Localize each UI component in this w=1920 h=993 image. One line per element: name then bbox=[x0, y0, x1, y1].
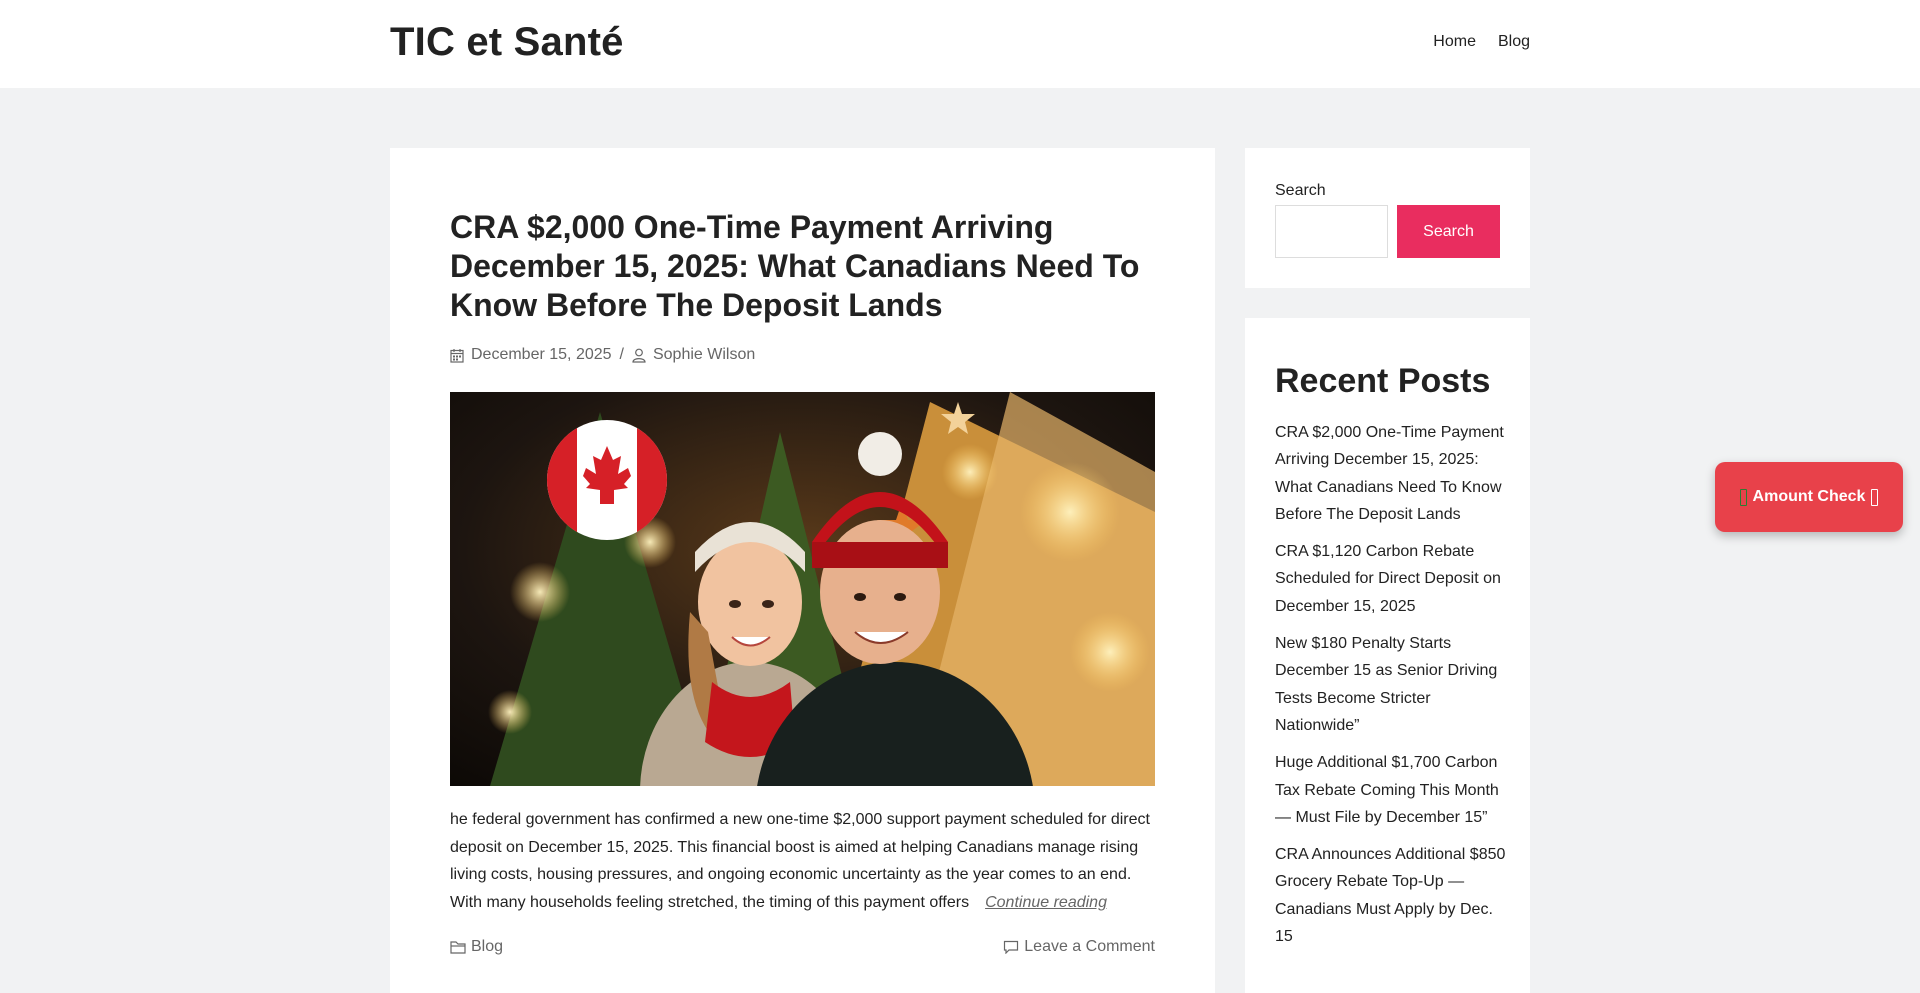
post-title[interactable]: CRA $2,000 One-Time Payment Arriving Dec… bbox=[450, 208, 1170, 325]
post-excerpt: he federal government has confirmed a ne… bbox=[450, 806, 1155, 916]
featured-image[interactable] bbox=[450, 392, 1155, 786]
post-date[interactable]: December 15, 2025 bbox=[471, 346, 612, 364]
placeholder-glyph-icon bbox=[1871, 488, 1879, 506]
post-meta: December 15, 2025 / Sophie Wilson bbox=[450, 346, 755, 364]
site-title[interactable]: TIC et Santé bbox=[390, 20, 624, 65]
meta-separator: / bbox=[619, 346, 624, 363]
placeholder-glyph-icon bbox=[1739, 488, 1747, 506]
comment-label: Leave a Comment bbox=[1024, 938, 1155, 955]
recent-posts-title: Recent Posts bbox=[1275, 362, 1491, 400]
post-footer: Blog Leave a Comment bbox=[450, 938, 1155, 956]
recent-posts-widget: Recent Posts CRA $2,000 One-Time Payment… bbox=[1245, 318, 1530, 993]
recent-post-link[interactable]: CRA Announces Additional $850 Grocery Re… bbox=[1275, 841, 1510, 950]
search-widget: Search Search bbox=[1245, 148, 1530, 288]
main-nav: Home Blog bbox=[1433, 33, 1530, 51]
calendar-icon bbox=[450, 348, 464, 363]
folder-icon bbox=[450, 941, 466, 954]
category-link[interactable]: Blog bbox=[450, 938, 503, 956]
recent-post-link[interactable]: Huge Additional $1,700 Carbon Tax Rebate… bbox=[1275, 749, 1510, 831]
recent-post-link[interactable]: CRA $1,120 Carbon Rebate Scheduled for D… bbox=[1275, 538, 1510, 620]
search-label: Search bbox=[1275, 182, 1326, 199]
category-label: Blog bbox=[471, 938, 504, 955]
site-header: TIC et Santé Home Blog bbox=[0, 0, 1920, 88]
featured-image-art bbox=[450, 392, 1155, 786]
recent-posts-list: CRA $2,000 One-Time Payment Arriving Dec… bbox=[1275, 419, 1510, 960]
search-input[interactable] bbox=[1275, 205, 1388, 258]
nav-home[interactable]: Home bbox=[1433, 33, 1476, 51]
search-button[interactable]: Search bbox=[1397, 205, 1500, 258]
post-author[interactable]: Sophie Wilson bbox=[653, 346, 755, 364]
comment-link[interactable]: Leave a Comment bbox=[1003, 938, 1155, 956]
comment-icon bbox=[1004, 940, 1019, 954]
post-card: CRA $2,000 One-Time Payment Arriving Dec… bbox=[390, 148, 1215, 993]
user-icon bbox=[632, 348, 646, 363]
amount-check-label: Amount Check bbox=[1752, 488, 1866, 505]
continue-reading-link[interactable]: Continue reading bbox=[985, 894, 1107, 911]
recent-post-link[interactable]: New $180 Penalty Starts December 15 as S… bbox=[1275, 630, 1510, 739]
nav-blog[interactable]: Blog bbox=[1498, 33, 1530, 51]
recent-post-link[interactable]: CRA $2,000 One-Time Payment Arriving Dec… bbox=[1275, 419, 1510, 528]
amount-check-button[interactable]: Amount Check bbox=[1715, 462, 1903, 532]
